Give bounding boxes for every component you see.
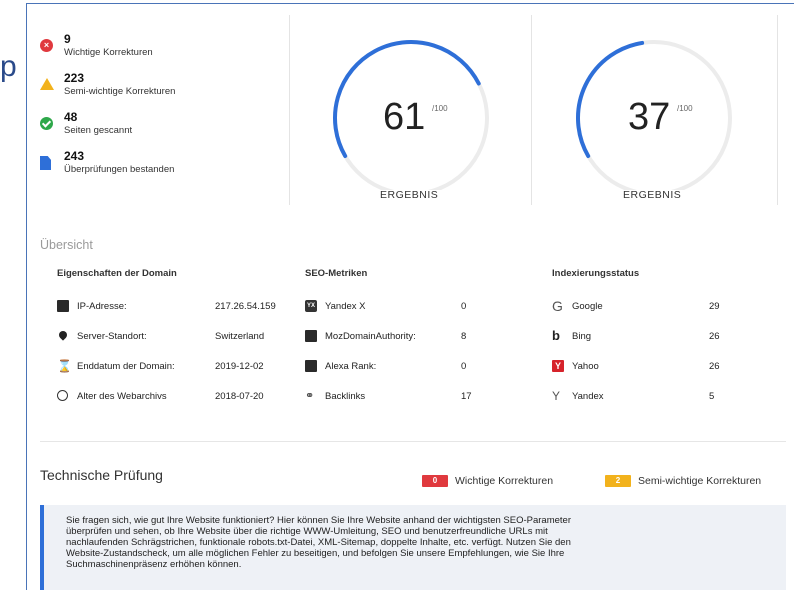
gauge-caption: ERGEBNIS [623, 189, 682, 201]
row-label: Yandex X [325, 301, 366, 312]
stat-value: 48 [64, 110, 78, 124]
info-line: überprüfen und sehen, ob Ihre Website üb… [66, 526, 548, 537]
seo-row-alexa: Alexa Rank: 0 [305, 360, 535, 390]
check-icon [40, 117, 53, 130]
row-label: Server-Standort: [77, 331, 147, 342]
index-row-google: G Google 29 [552, 298, 782, 330]
row-value: 29 [709, 301, 720, 312]
server-icon [57, 300, 69, 312]
row-label: Yandex [572, 391, 604, 402]
column-heading: Eigenschaften der Domain [57, 268, 177, 279]
info-line: nachlaufenden Schrägstrichen, funktional… [66, 537, 571, 548]
score-gauge-1: 61 /100 ERGEBNIS [317, 20, 517, 210]
info-line: Sie fragen sich, wie gut Ihre Website fu… [66, 515, 571, 526]
cropped-heading-fragment: p [0, 50, 17, 83]
error-icon: × [40, 39, 53, 52]
warning-icon [40, 78, 54, 90]
seo-row-moz: MozDomainAuthority: 8 [305, 330, 535, 360]
row-value: 0 [461, 301, 467, 312]
column-divider [531, 15, 532, 205]
location-pin-icon [57, 329, 69, 341]
stat-pages-scanned: 48 Seiten gescannt [40, 110, 270, 149]
yahoo-icon: Y [552, 360, 564, 372]
domain-row-expiry: ⌛ Enddatum der Domain: 2019-12-02 [57, 360, 297, 390]
indexing-status-column: Indexierungsstatus G Google 29 b Bing 26… [552, 268, 782, 420]
row-label: IP-Adresse: [77, 301, 127, 312]
domain-row-location: Server-Standort: Switzerland [57, 329, 297, 360]
row-label: MozDomainAuthority: [325, 331, 416, 342]
hourglass-icon: ⌛ [57, 359, 72, 373]
yandex-x-icon: YX [305, 300, 317, 312]
domain-row-ip: IP-Adresse: 217.26.54.159 [57, 300, 297, 330]
gauge-caption: ERGEBNIS [380, 189, 439, 201]
row-value: 2018-07-20 [215, 391, 264, 402]
alexa-icon [305, 360, 317, 372]
stat-important-fixes: × 9 Wichtige Korrekturen [40, 32, 270, 71]
important-fixes-label[interactable]: Wichtige Korrekturen [455, 475, 553, 487]
info-line: Suchmaschinenpräsenz erhöhen können. [66, 559, 242, 570]
google-icon: G [552, 298, 563, 314]
row-value: 5 [709, 391, 715, 402]
badge-count: 2 [615, 476, 621, 485]
overview-title: Übersicht [40, 238, 93, 252]
row-label: Backlinks [325, 391, 366, 402]
row-value: 26 [709, 331, 720, 342]
index-row-yandex: Y Yandex 5 [552, 390, 782, 420]
row-label: Yahoo [572, 361, 599, 372]
badge-count: 0 [432, 476, 438, 485]
bing-icon: b [552, 328, 560, 343]
clock-icon [57, 390, 68, 401]
document-icon [40, 156, 51, 170]
domain-row-archive-age: Alter des Webarchivs 2018-07-20 [57, 390, 297, 420]
index-row-yahoo: Y Yahoo 26 [552, 360, 782, 390]
gauge-max: /100 [677, 104, 693, 113]
row-value: 26 [709, 361, 720, 372]
gauge-score: 37 [628, 96, 671, 138]
stat-checks-passed: 243 Überprüfungen bestanden [40, 149, 270, 188]
row-value: 2019-12-02 [215, 361, 264, 372]
column-divider [289, 15, 290, 205]
domain-properties-column: Eigenschaften der Domain IP-Adresse: 217… [57, 268, 297, 420]
important-fixes-badge[interactable]: 0 [422, 475, 448, 487]
seo-row-yandex-x: YX Yandex X 0 [305, 300, 535, 330]
technical-info-box: Sie fragen sich, wie gut Ihre Website fu… [40, 505, 786, 590]
column-heading: Indexierungsstatus [552, 268, 640, 279]
semi-important-fixes-badge[interactable]: 2 [605, 475, 631, 487]
info-line: Website-Zustandscheck, um alle möglichen… [66, 548, 565, 559]
stat-label: Seiten gescannt [64, 125, 133, 136]
row-label: Enddatum der Domain: [77, 361, 175, 372]
stat-label: Überprüfungen bestanden [64, 164, 175, 175]
link-icon: ⚭ [305, 390, 315, 402]
row-label: Google [572, 301, 603, 312]
row-label: Alexa Rank: [325, 361, 377, 372]
stat-label: Semi-wichtige Korrekturen [64, 86, 176, 97]
seo-row-backlinks: ⚭ Backlinks 17 [305, 390, 535, 420]
stat-value: 9 [64, 32, 71, 46]
row-value: 8 [461, 331, 467, 342]
semi-important-fixes-label[interactable]: Semi-wichtige Korrekturen [638, 475, 761, 487]
stat-value: 223 [64, 71, 85, 85]
seo-metrics-column: SEO-Metriken YX Yandex X 0 MozDomainAuth… [305, 268, 535, 420]
moz-icon [305, 330, 317, 342]
section-divider [40, 441, 786, 442]
row-value: Switzerland [215, 331, 265, 342]
score-gauge-2: 37 /100 ERGEBNIS [560, 20, 760, 210]
stat-label: Wichtige Korrekturen [64, 47, 153, 58]
row-label: Bing [572, 331, 592, 342]
gauge-max: /100 [432, 104, 448, 113]
column-divider [777, 15, 778, 205]
technical-check-title: Technische Prüfung [40, 467, 163, 483]
row-label: Alter des Webarchivs [77, 391, 167, 402]
stat-value: 243 [64, 149, 85, 163]
row-value: 0 [461, 361, 467, 372]
column-heading: SEO-Metriken [305, 268, 368, 279]
row-value: 17 [461, 391, 472, 402]
gauge-score: 61 [383, 96, 426, 138]
summary-list: × 9 Wichtige Korrekturen 223 Semi-wichti… [40, 32, 270, 188]
yandex-icon: Y [552, 389, 561, 403]
row-value: 217.26.54.159 [215, 301, 276, 312]
stat-semi-important-fixes: 223 Semi-wichtige Korrekturen [40, 71, 270, 110]
index-row-bing: b Bing 26 [552, 328, 782, 360]
